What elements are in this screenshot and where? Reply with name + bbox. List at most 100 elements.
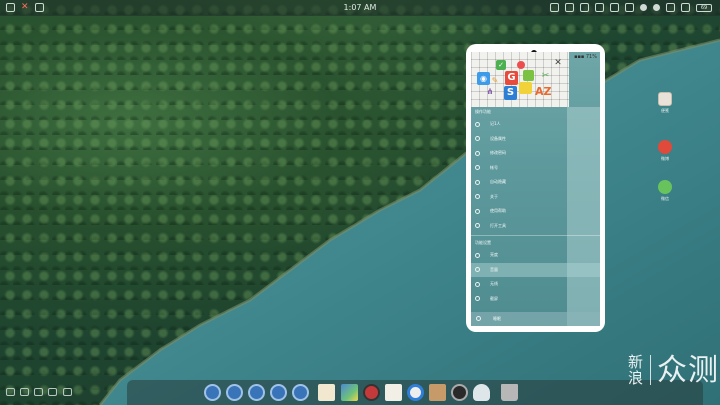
g-letter-icon: G bbox=[505, 71, 518, 85]
section-item[interactable]: 亮度 bbox=[471, 248, 600, 263]
menu-item[interactable]: 记1人 bbox=[471, 117, 600, 132]
tray-icon[interactable] bbox=[20, 388, 29, 396]
wechat-icon bbox=[658, 180, 672, 194]
item-icon bbox=[475, 165, 480, 171]
menu-item-label: 记1人 bbox=[490, 121, 501, 127]
item-icon bbox=[475, 121, 480, 127]
menu-item-label: 设备属性 bbox=[490, 135, 506, 141]
signal-icon bbox=[666, 3, 675, 12]
ring-icon[interactable] bbox=[407, 384, 424, 401]
item-icon bbox=[475, 223, 480, 229]
wallpaper-water bbox=[98, 38, 720, 405]
app-icon[interactable] bbox=[248, 384, 265, 401]
menu-item[interactable]: 使用帮助 bbox=[471, 204, 600, 219]
app-icon[interactable] bbox=[204, 384, 221, 401]
menu-item-label: 修改密码 bbox=[490, 150, 506, 156]
section-item-label: 无线 bbox=[490, 281, 498, 287]
menu-item-label: 自动隐藏 bbox=[490, 179, 506, 185]
cloud-icon[interactable] bbox=[473, 384, 490, 401]
desktop-icon-wechat[interactable]: 微信 bbox=[656, 180, 674, 202]
desktop-icon-label: 微信 bbox=[661, 196, 669, 201]
menu-item[interactable]: 修改密码 bbox=[471, 146, 600, 161]
desktop-icon-label: 便笺 bbox=[661, 108, 669, 113]
desktop-icon-note[interactable]: 便笺 bbox=[656, 92, 674, 114]
section-item-label: 音量 bbox=[490, 266, 498, 272]
tray-icon[interactable] bbox=[48, 388, 57, 396]
item-icon bbox=[475, 208, 480, 214]
menu-divider bbox=[471, 235, 600, 236]
menu-item[interactable]: 关于 bbox=[471, 190, 600, 205]
scissors-icon: ✂ bbox=[541, 71, 550, 81]
sleep-label: 睡眠 bbox=[493, 316, 501, 321]
app-icon[interactable] bbox=[292, 384, 309, 401]
wifi-icon bbox=[475, 281, 480, 287]
watermark-char: 浪 bbox=[628, 369, 644, 387]
section-item-label: 截屏 bbox=[490, 295, 498, 301]
section-header: 功能设置 bbox=[475, 240, 491, 245]
desktop-icon-label: 微博 bbox=[661, 156, 669, 161]
tray-icon[interactable] bbox=[63, 388, 72, 396]
red-app-icon[interactable] bbox=[363, 384, 380, 401]
sleep-icon bbox=[476, 316, 481, 321]
watermark-logo: 新 浪 众测 bbox=[628, 354, 719, 386]
check-icon: ✓ bbox=[496, 60, 506, 70]
menu-item-label: 帐号 bbox=[490, 164, 498, 170]
note-icon[interactable] bbox=[385, 384, 402, 401]
plane-icon[interactable] bbox=[451, 384, 468, 401]
letters-icon: AZ bbox=[535, 85, 552, 98]
watermark-divider bbox=[650, 355, 651, 385]
mail-icon[interactable] bbox=[580, 3, 589, 12]
pencil-icon: ✎ bbox=[491, 76, 499, 85]
menu-item[interactable]: 打开工具 bbox=[471, 219, 600, 234]
trash-icon[interactable] bbox=[501, 384, 518, 401]
wifi-icon[interactable] bbox=[653, 4, 660, 11]
document-icon[interactable] bbox=[318, 384, 335, 401]
watermark-char: 新 bbox=[628, 353, 644, 371]
watermark-text: 众测 bbox=[657, 352, 719, 388]
clock-icon[interactable] bbox=[640, 4, 647, 11]
battery-icon: 69 bbox=[696, 3, 712, 12]
desktop-icon-weibo[interactable]: 微博 bbox=[656, 140, 674, 162]
cast-icon[interactable] bbox=[625, 3, 634, 12]
section-item-selected[interactable]: 音量 bbox=[471, 262, 600, 277]
camera-icon: ◉ bbox=[477, 72, 490, 85]
menu-item-label: 关于 bbox=[490, 193, 498, 199]
camera-icon[interactable] bbox=[565, 3, 574, 12]
menu-item[interactable]: 帐号 bbox=[471, 161, 600, 176]
item-icon bbox=[475, 150, 480, 156]
section-item[interactable]: 截屏 bbox=[471, 292, 600, 307]
item-icon bbox=[475, 179, 480, 185]
phone-screen[interactable]: ◉ ✓ G S AZ ⋔ ✎ ✂ ✕ ▪▪▪ 71% 操作功能 记1人 设备属性… bbox=[471, 52, 600, 326]
phone-window[interactable]: ◉ ✓ G S AZ ⋔ ✎ ✂ ✕ ▪▪▪ 71% 操作功能 记1人 设备属性… bbox=[466, 44, 605, 332]
box-icon[interactable] bbox=[429, 384, 446, 401]
section-item-label: 亮度 bbox=[490, 252, 498, 258]
tray-icon[interactable] bbox=[6, 388, 15, 396]
menu-item-label: 打开工具 bbox=[490, 222, 506, 228]
keyboard-icon[interactable] bbox=[595, 3, 604, 12]
screen-icon[interactable] bbox=[610, 3, 619, 12]
app-icon[interactable] bbox=[226, 384, 243, 401]
share-icon: ⋔ bbox=[486, 87, 494, 96]
tray-icon[interactable] bbox=[34, 388, 43, 396]
item-icon bbox=[475, 194, 480, 200]
yellow-sticker-icon bbox=[519, 82, 532, 94]
section-item[interactable]: 无线 bbox=[471, 277, 600, 292]
green-sticker-icon bbox=[523, 70, 534, 81]
menu-item[interactable]: 设备属性 bbox=[471, 132, 600, 147]
red-dot-icon bbox=[517, 61, 525, 69]
settings-menu: 操作功能 记1人 设备属性 修改密码 帐号 自动隐藏 关于 使用帮助 打开工具 … bbox=[471, 107, 600, 306]
s-letter-icon: S bbox=[504, 86, 517, 100]
app-icon[interactable] bbox=[270, 384, 287, 401]
item-icon bbox=[475, 136, 480, 142]
weibo-icon bbox=[658, 140, 672, 154]
phone-bottom-bar[interactable]: 睡眠 bbox=[471, 312, 600, 326]
close-icon[interactable]: ✕ bbox=[553, 58, 563, 68]
window-icon[interactable] bbox=[550, 3, 559, 12]
menu-header: 操作功能 bbox=[475, 109, 491, 114]
menu-item[interactable]: 自动隐藏 bbox=[471, 175, 600, 190]
sticker-board-image: ◉ ✓ G S AZ ⋔ ✎ ✂ ✕ bbox=[471, 52, 569, 107]
top-status-bar: ✕ 1:07 AM 69 bbox=[0, 0, 720, 16]
image-icon[interactable] bbox=[341, 384, 358, 401]
brightness-icon bbox=[475, 252, 480, 258]
note-icon bbox=[658, 92, 672, 106]
